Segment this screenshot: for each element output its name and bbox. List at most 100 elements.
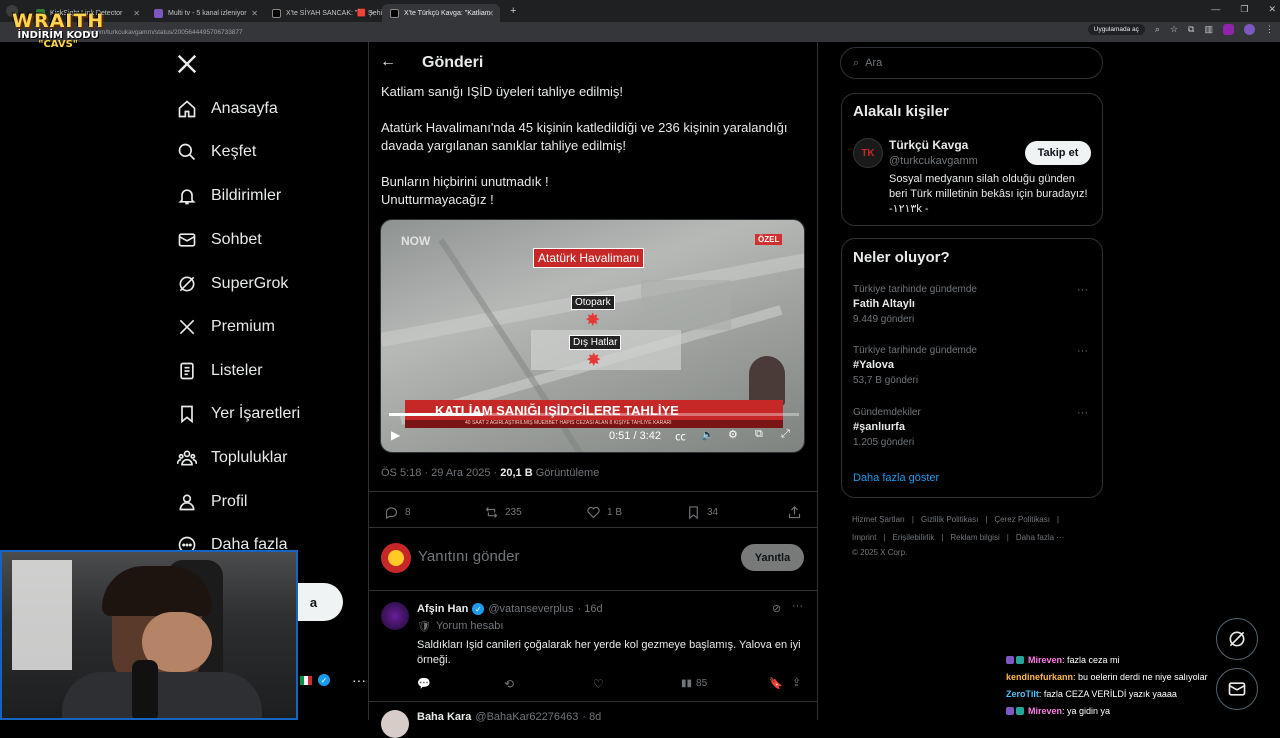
reply-bookmark-icon[interactable]: 🔖 xyxy=(769,677,783,690)
extension-icon[interactable] xyxy=(1223,24,1234,35)
share-action[interactable] xyxy=(787,505,808,520)
reply-author-handle[interactable]: @BahaKar62276463 xyxy=(475,711,578,723)
trend-more-icon[interactable]: ··· xyxy=(1077,345,1088,357)
play-icon[interactable]: ▶ xyxy=(391,428,400,442)
reply-author-name[interactable]: Baha Kara xyxy=(417,711,471,723)
tab-turkcu-kavga[interactable]: X'te Türkçü Kavga: "Katliam ✕ xyxy=(382,4,500,22)
maximize-icon[interactable]: ❐ xyxy=(1240,4,1248,15)
chat-badges-icon xyxy=(1006,656,1026,664)
nav-bookmarks[interactable]: Yer İşaretleri xyxy=(176,399,300,429)
related-handle[interactable]: @turkcukavgamm xyxy=(889,155,978,167)
footer-link-more[interactable]: Daha fazla ··· xyxy=(1016,533,1064,542)
account-more-icon[interactable]: ··· xyxy=(352,672,366,688)
x-logo-icon[interactable] xyxy=(176,53,198,80)
reply-avatar[interactable] xyxy=(381,602,409,630)
reply-action[interactable]: 8 xyxy=(384,505,411,520)
post-text-line2: Atatürk Havalimanı'nda 45 kişinin katled… xyxy=(381,120,788,153)
minimize-icon[interactable]: — xyxy=(1211,4,1220,15)
video-player[interactable]: NOW ÖZEL Atatürk Havalimanı Otopark ✸ Dı… xyxy=(380,219,805,453)
footer-link-accessibility[interactable]: Erişilebilirlik xyxy=(893,533,935,542)
more-options-icon[interactable]: ··· xyxy=(792,600,803,612)
nav-supergrok[interactable]: SuperGrok xyxy=(176,269,288,299)
trend-item[interactable]: Türkiye tarihinde gündemde #Yalova 53,7 … xyxy=(853,345,977,386)
nav-messages[interactable]: Sohbet xyxy=(176,225,262,255)
settings-icon[interactable]: ⚙ xyxy=(728,428,738,441)
search-icon: ⌕ xyxy=(853,56,860,69)
profile-avatar-icon[interactable] xyxy=(1244,24,1255,35)
back-arrow-icon[interactable]: ← xyxy=(380,53,400,73)
reply-views[interactable]: ▮▮ 85 xyxy=(681,678,707,689)
url-field[interactable]: x.com/turkcukavgamm/status/2005644495706… xyxy=(88,29,243,36)
follow-button[interactable]: Takip et xyxy=(1025,141,1091,165)
trend-item[interactable]: Türkiye tarihinde gündemde Fatih Altaylı… xyxy=(853,284,977,325)
repost-action[interactable]: 235 xyxy=(484,505,522,520)
reply-count: 8 xyxy=(405,507,411,518)
search-box[interactable]: ⌕ Ara xyxy=(840,47,1103,79)
reply-reply-icon[interactable]: 💬 xyxy=(417,677,431,690)
fullscreen-icon[interactable]: ⤢ xyxy=(781,428,790,441)
reply-author-handle[interactable]: @vatanseverplus xyxy=(488,603,573,615)
nav-profile[interactable]: Profil xyxy=(176,487,247,517)
trends-panel: Neler oluyor? Türkiye tarihinde gündemde… xyxy=(841,238,1103,498)
reply-heart-icon[interactable]: ♡ xyxy=(593,677,604,691)
address-bar: x.com/turkcukavgamm/status/2005644495706… xyxy=(0,22,1280,42)
footer-row-2: Imprint | Erişilebilirlik | Reklam bilgisi… xyxy=(852,533,1065,542)
grok-float-button[interactable] xyxy=(1216,618,1258,660)
footer-link-cookies[interactable]: Çerez Politikası xyxy=(994,515,1050,524)
post-timestamp[interactable]: ÖS 5:18 · 29 Ara 2025 · xyxy=(381,467,500,479)
related-avatar[interactable]: TK xyxy=(853,138,883,168)
reply-button[interactable]: Yanıtla xyxy=(741,544,804,571)
sidebar-icon[interactable]: ▥ xyxy=(1204,24,1213,35)
tab-favicon-icon xyxy=(272,8,281,18)
footer-link-terms[interactable]: Hizmet Şartları xyxy=(852,515,905,524)
tab-close-icon[interactable]: ✕ xyxy=(369,9,376,18)
bookmark-action[interactable]: 34 xyxy=(686,505,718,520)
show-more-link[interactable]: Daha fazla göster xyxy=(853,472,939,484)
extensions-icon[interactable]: ⧉ xyxy=(1188,24,1194,35)
tab-close-icon[interactable]: ✕ xyxy=(133,9,140,18)
nav-explore[interactable]: Keşfet xyxy=(176,137,256,167)
video-progress-track[interactable] xyxy=(389,413,799,416)
tab-close-icon[interactable]: ✕ xyxy=(251,9,258,18)
footer-link-ads[interactable]: Reklam bilgisi xyxy=(950,533,999,542)
nav-communities[interactable]: Topluluklar xyxy=(176,443,287,473)
reply-share-icon[interactable]: ⇪ xyxy=(792,676,801,689)
person-shirt xyxy=(62,672,262,718)
star-icon[interactable]: ☆ xyxy=(1170,24,1178,35)
trend-more-icon[interactable]: ··· xyxy=(1077,284,1088,296)
nav-premium[interactable]: Premium xyxy=(176,312,275,342)
grok-icon[interactable]: ⊘ xyxy=(772,602,781,615)
tab-title: X'te SİYAH SANCAK: "🟥 Şehit xyxy=(286,10,382,17)
nav-notifications[interactable]: Bildirimler xyxy=(176,181,281,211)
reply-avatar[interactable] xyxy=(381,710,409,738)
account-switcher[interactable]: ✓ ··· xyxy=(300,672,366,688)
trend-more-icon[interactable]: ··· xyxy=(1077,407,1088,419)
new-tab-icon[interactable]: + xyxy=(510,5,516,17)
picture-in-picture-icon[interactable]: ⧉ xyxy=(755,428,763,441)
menu-dots-icon[interactable]: ⋮ xyxy=(1265,24,1274,35)
captions-icon[interactable]: ㏄ xyxy=(675,428,686,444)
nav-home[interactable]: Anasayfa xyxy=(176,94,278,124)
zoom-icon[interactable]: ⌕ xyxy=(1155,24,1160,35)
footer-link-imprint[interactable]: Imprint xyxy=(852,533,876,542)
related-people-panel: Alakalı kişiler TK Türkçü Kavga @turkcuk… xyxy=(841,93,1103,226)
reply-repost-icon[interactable]: ⟲ xyxy=(504,677,514,691)
trend-item[interactable]: Gündemdekiler #şanlıurfa 1.205 gönderi xyxy=(853,407,921,448)
reply-time[interactable]: · 16d xyxy=(578,603,603,615)
reply-author-name[interactable]: Afşin Han xyxy=(417,603,468,615)
tab-close-icon[interactable]: ✕ xyxy=(487,9,494,18)
tab-siyah-sancak[interactable]: X'te SİYAH SANCAK: "🟥 Şehit ✕ xyxy=(264,4,382,22)
footer-link-privacy[interactable]: Gizlilik Politikası xyxy=(921,515,978,524)
nav-lists[interactable]: Listeler xyxy=(176,356,263,386)
volume-icon[interactable]: 🔈 xyxy=(701,428,715,441)
tab-multitv[interactable]: Multi tv - 5 kanal izleniyor ✕ xyxy=(146,4,264,22)
reply-input[interactable]: Yanıtını gönder xyxy=(418,548,519,565)
reply-time[interactable]: · 8d xyxy=(582,711,601,723)
window-close-icon[interactable]: ✕ xyxy=(1268,4,1276,15)
messages-float-button[interactable] xyxy=(1216,668,1258,710)
search-input[interactable]: Ara xyxy=(865,57,882,69)
open-in-app-button[interactable]: Uygulamada aç xyxy=(1087,24,1145,35)
related-name[interactable]: Türkçü Kavga xyxy=(889,138,968,152)
user-avatar[interactable] xyxy=(381,543,411,573)
like-action[interactable]: 1 B xyxy=(586,505,622,520)
